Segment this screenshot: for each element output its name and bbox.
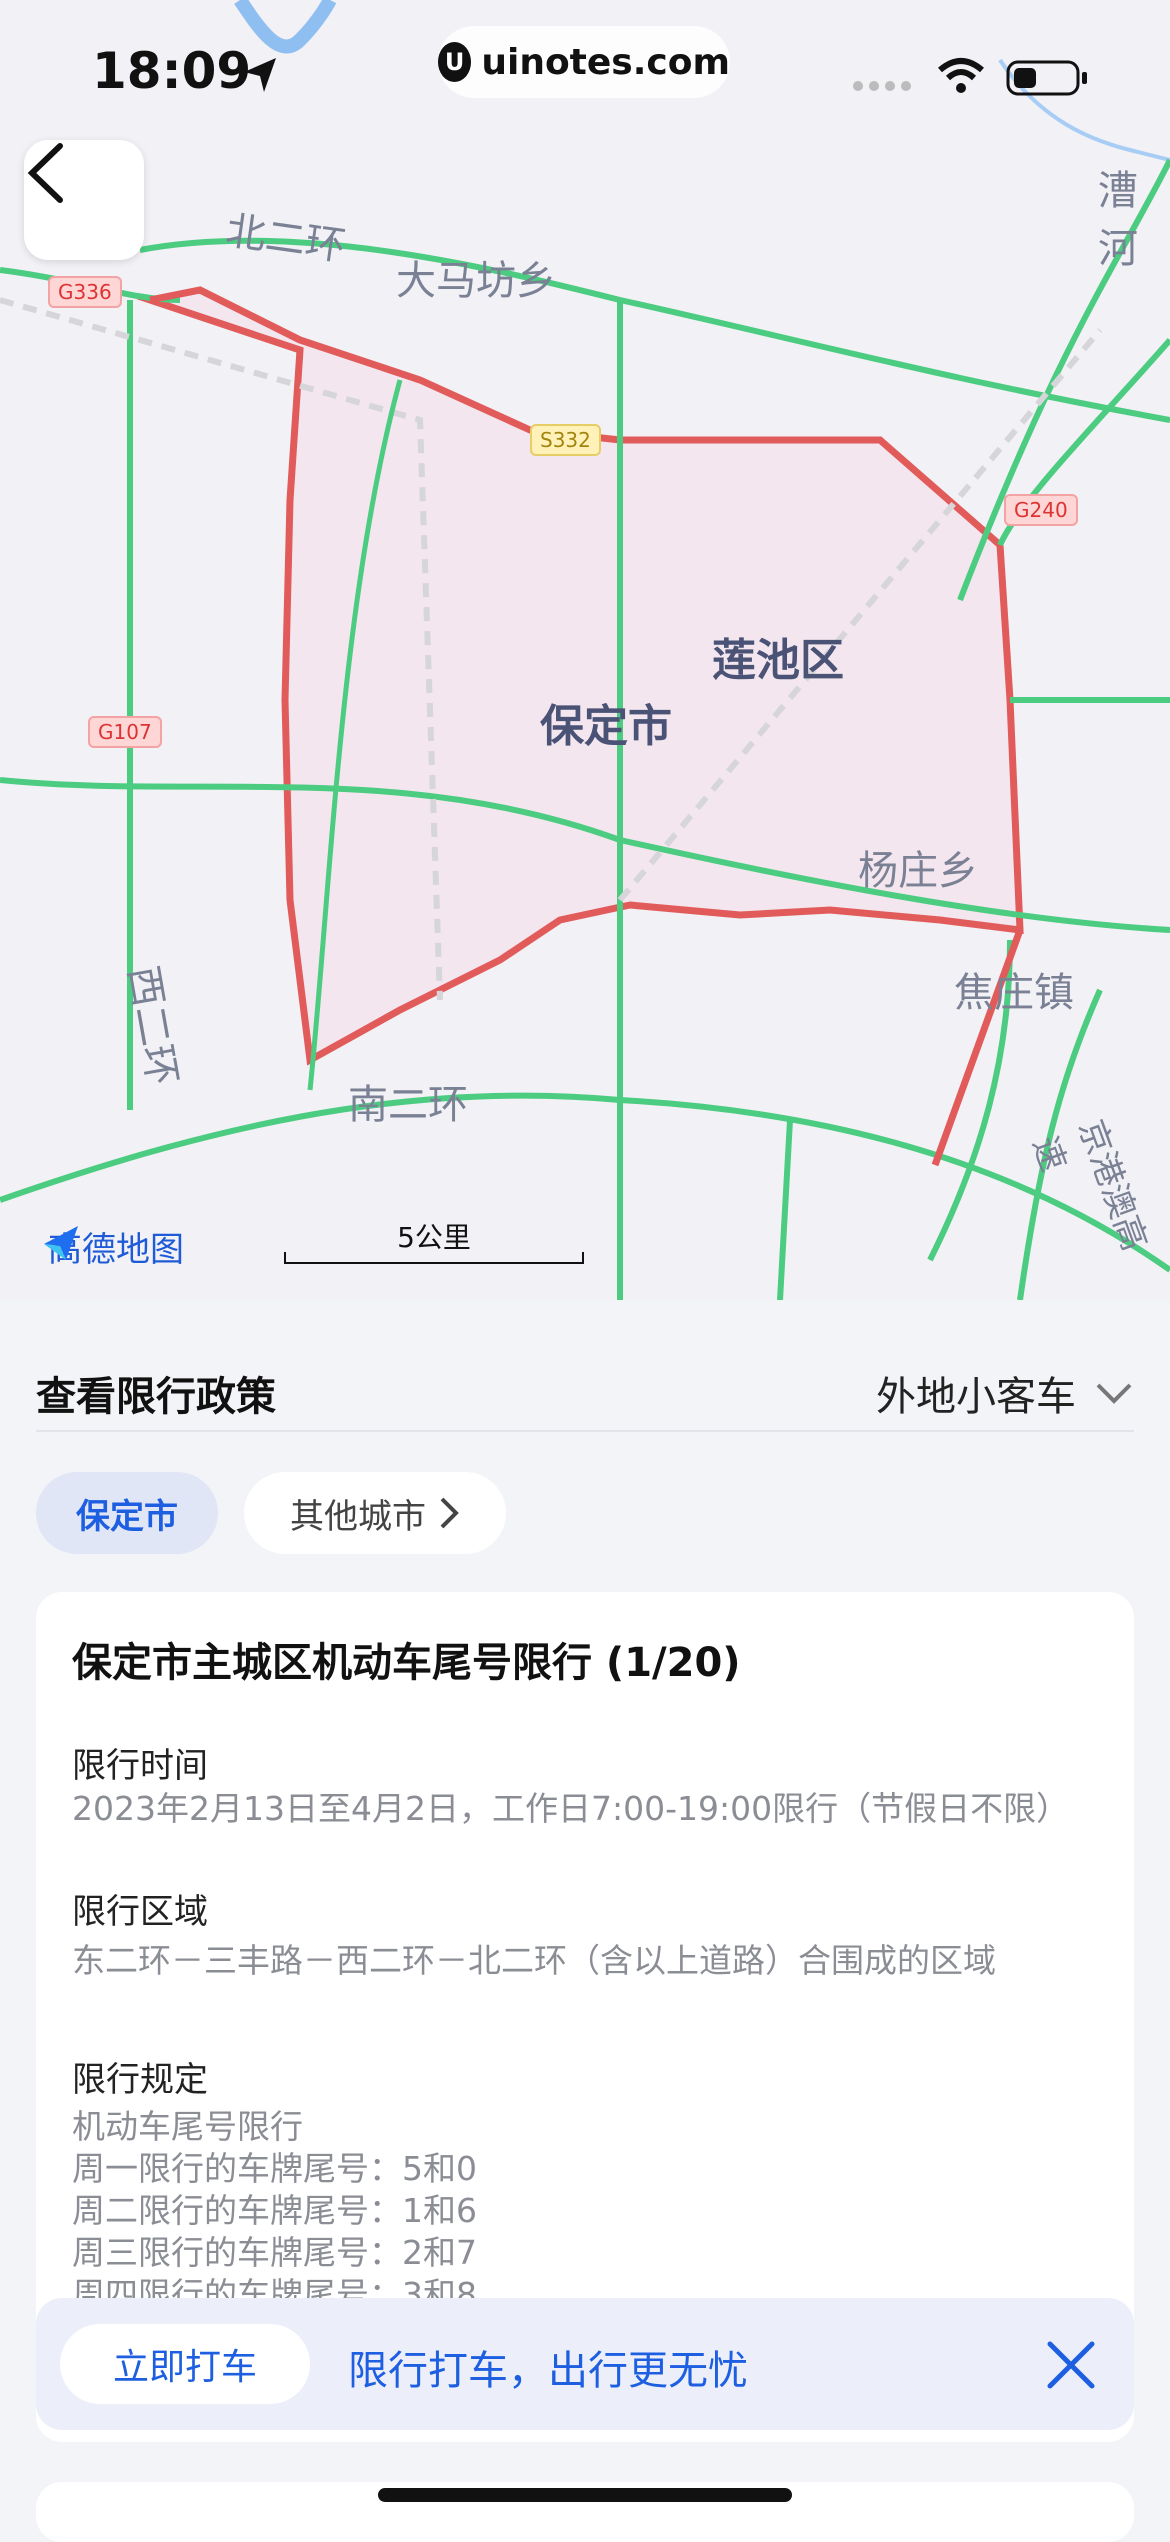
rule-label: 限行规定 [72,2060,208,2100]
scale-label: 5公里 [397,1221,471,1254]
tab-other-cities-label: 其他城市 [290,1496,426,1537]
hail-ride-button[interactable]: 立即打车 [60,2324,310,2404]
chevron-left-icon [27,143,63,203]
promo-text: 限行打车，出行更无忧 [348,2348,748,2394]
policy-title: 保定市主城区机动车尾号限行 (1/20) [72,1640,741,1686]
chevron-right-icon [440,1497,459,1529]
panel-header: 查看限行政策 外地小客车 [36,1340,1134,1432]
scale-bar [284,1252,584,1264]
restriction-zone [136,286,1024,1066]
map-canvas [0,0,1170,1300]
promo-banner: 立即打车 限行打车，出行更无忧 [36,2298,1134,2430]
road-shield-g107: G107 [88,716,162,748]
map-label-damafang: 大马坊乡 [396,258,556,304]
road-shield-s332: S332 [530,424,601,456]
close-icon[interactable] [1044,2338,1098,2392]
area-text: 东二环－三丰路－西二环－北二环（含以上道路）合围成的区域 [72,1941,996,1980]
map-label-jiaozhuang: 焦庄镇 [954,970,1074,1016]
area-label: 限行区域 [72,1892,208,1932]
status-time: 18:09 [92,42,252,100]
map-label-caohe: 漕河 [1098,168,1138,272]
rule-list: 机动车尾号限行 周一限行的车牌尾号：5和0 周二限行的车牌尾号：1和6 周三限行… [72,2106,1102,2316]
chevron-down-icon [1096,1383,1132,1404]
panel-title: 查看限行政策 [36,1374,276,1420]
time-label: 限行时间 [72,1746,208,1786]
tab-other-cities[interactable]: 其他城市 [244,1472,506,1554]
url-pill[interactable]: U uinotes.com [438,26,730,98]
vehicle-type-label: 外地小客车 [876,1374,1076,1420]
map-view[interactable]: 18:09 U uinotes.com 北二环 大马坊乡 漕河 莲池区 保定市 … [0,0,1170,1300]
site-logo-icon: U [438,42,472,82]
map-label-lianchi: 莲池区 [712,635,844,686]
road-shield-g336: G336 [48,276,122,308]
map-label-baoding: 保定市 [540,701,672,752]
road-shield-g240: G240 [1004,494,1078,526]
rule-item: 周一限行的车牌尾号：5和0 [72,2149,477,2188]
rule-item: 机动车尾号限行 [72,2107,303,2146]
time-text: 2023年2月13日至4月2日，工作日7:00-19:00限行（节假日不限） [72,1789,1070,1828]
location-arrow-icon [244,58,276,92]
wifi-icon [938,58,984,93]
signal-icon [853,81,911,91]
vehicle-type-selector[interactable]: 外地小客车 [876,1364,1134,1422]
amap-logo: 高德地图 [40,1222,184,1271]
home-indicator[interactable] [378,2488,792,2502]
url-text: uinotes.com [481,41,730,83]
tab-baoding[interactable]: 保定市 [36,1472,218,1554]
back-button[interactable] [24,140,144,260]
map-label-south-ring: 南二环 [348,1082,468,1128]
amap-logo-icon [44,1226,78,1260]
status-bar: 18:09 U uinotes.com [0,0,1170,140]
rule-item: 周三限行的车牌尾号：2和7 [72,2233,477,2272]
rule-item: 周二限行的车牌尾号：1和6 [72,2191,477,2230]
battery-icon [1006,60,1087,96]
map-label-yangzhuang: 杨庄乡 [858,848,978,894]
